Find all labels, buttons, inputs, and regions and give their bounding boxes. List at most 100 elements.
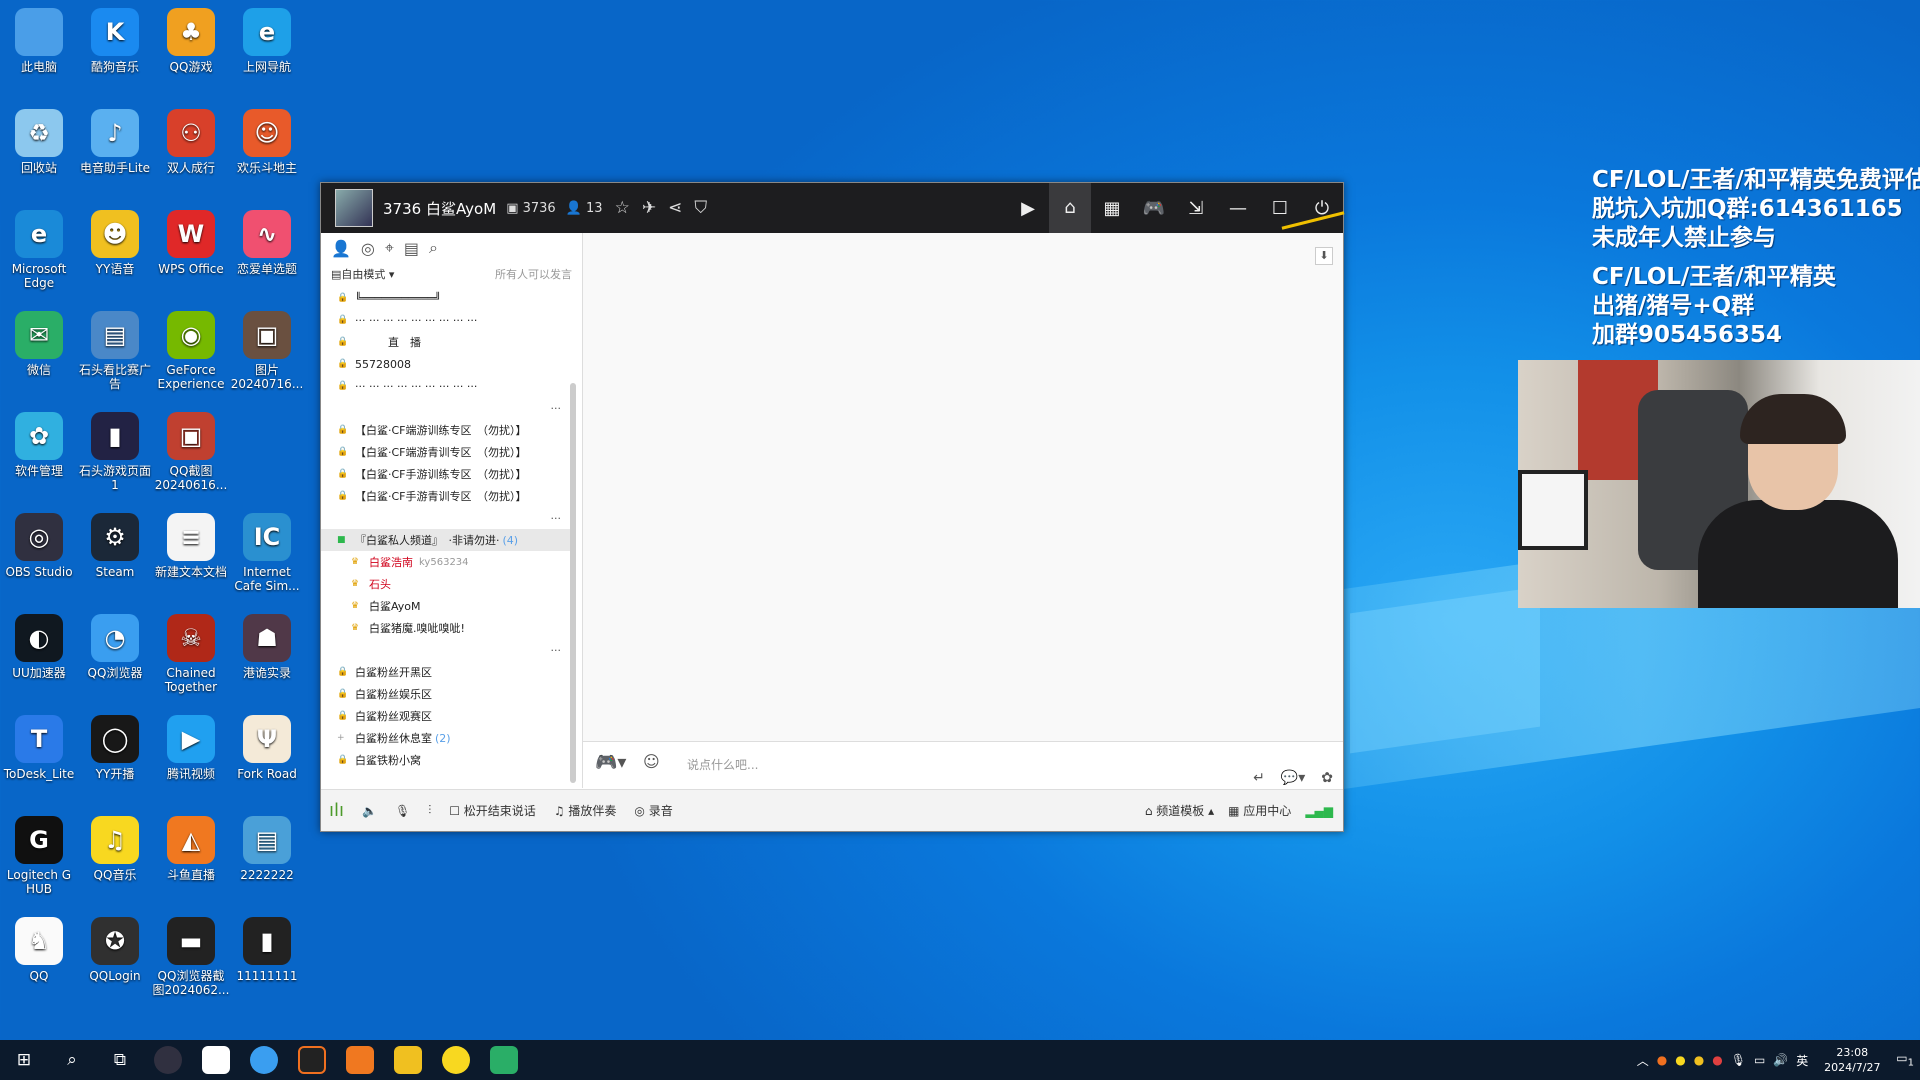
message-input-bar[interactable]: 🎮▾ ☺ 说点什么吧... ↵ 💬▾ ✿ bbox=[583, 741, 1343, 788]
tray-app-icon[interactable]: ● bbox=[1712, 1053, 1722, 1067]
channel-item[interactable]: 🔒 【白鲨·CF端游青训专区 （勿扰）】 bbox=[321, 441, 571, 463]
channel-item[interactable]: 🔒 白鲨粉丝开黑区 bbox=[321, 661, 571, 683]
mixer-icon[interactable]: ⫶ bbox=[428, 803, 431, 818]
enter-icon[interactable]: ↵ bbox=[1253, 770, 1265, 786]
star-icon[interactable]: ☆ bbox=[615, 198, 630, 218]
mic-icon[interactable]: 🎙 bbox=[395, 804, 410, 818]
channel-member[interactable]: ♛ 石头 bbox=[321, 573, 571, 595]
download-icon[interactable]: ⬇ bbox=[1315, 247, 1333, 265]
more-dots[interactable]: ··· bbox=[321, 507, 571, 529]
channel-member[interactable]: ♛ 白鲨猪魔.嗅呲嗅呲! bbox=[321, 617, 571, 639]
channel-item[interactable]: 🔒 【白鲨·CF端游训练专区 （勿扰）】 bbox=[321, 419, 571, 441]
channel-member[interactable]: ♛ 白鲨浩南 ky563234 bbox=[321, 551, 571, 573]
desktop-icon[interactable]: ◯ YY开播 bbox=[76, 711, 154, 781]
channel-item[interactable]: ■ 『白鲨私人频道』 ·非请勿进· (4) bbox=[321, 529, 571, 551]
desktop-icon[interactable]: ☺ 欢乐斗地主 bbox=[228, 105, 306, 175]
desktop-icon[interactable]: T ToDesk_Lite bbox=[0, 711, 78, 781]
template-button[interactable]: ⌂ 频道模板 ▴ bbox=[1145, 802, 1214, 819]
desktop-icon[interactable]: ♣ QQ游戏 bbox=[152, 4, 230, 74]
desktop-icon[interactable]: ✿ 软件管理 bbox=[0, 408, 78, 478]
location-icon[interactable]: ⌖ bbox=[385, 238, 394, 258]
qq-music-taskbar-icon[interactable] bbox=[432, 1040, 480, 1080]
desktop-icon[interactable]: ◐ UU加速器 bbox=[0, 610, 78, 680]
channel-item[interactable]: 🔒 ··· ··· ··· ··· ··· ··· ··· ··· ··· bbox=[321, 375, 571, 397]
desktop-icon[interactable]: ☠ Chained Together bbox=[152, 610, 230, 694]
desktop-icon[interactable]: ▣ 图片20240716... bbox=[228, 307, 306, 391]
list-icon[interactable]: ▤ bbox=[404, 239, 419, 258]
tray-app-icon[interactable]: ● bbox=[1694, 1053, 1704, 1067]
tray-app-icon[interactable]: ● bbox=[1675, 1053, 1685, 1067]
desktop-icon[interactable]: ♫ QQ音乐 bbox=[76, 812, 154, 882]
desktop-icon[interactable]: ∿ 恋爱单选题 bbox=[228, 206, 306, 276]
network-icon[interactable]: ▭ bbox=[1754, 1053, 1765, 1067]
voice-icon[interactable]: ◎ bbox=[361, 239, 375, 258]
qq-browser-taskbar-icon[interactable] bbox=[240, 1040, 288, 1080]
shield-icon[interactable]: ⛉ bbox=[694, 198, 707, 218]
desktop-icon[interactable]: ▮ 11111111 bbox=[228, 913, 306, 983]
desktop-icon[interactable]: ▤ 2222222 bbox=[228, 812, 306, 882]
more-dots[interactable]: ··· bbox=[321, 397, 571, 419]
desktop-icon[interactable]: ⚇ 双人成行 bbox=[152, 105, 230, 175]
search-icon[interactable]: ⌕ bbox=[48, 1040, 96, 1080]
mode-dropdown[interactable]: ▤自由模式 ▾ bbox=[331, 266, 394, 282]
channel-avatar[interactable] bbox=[335, 189, 373, 227]
desktop-icon[interactable]: e Microsoft Edge bbox=[0, 206, 78, 290]
channel-item[interactable]: 🔒 55728008 bbox=[321, 353, 571, 375]
volume-icon[interactable]: 🔊 bbox=[1773, 1053, 1788, 1067]
desktop-icon[interactable]: ◎ OBS Studio bbox=[0, 509, 78, 579]
desktop-icon[interactable]: Ψ Fork Road bbox=[228, 711, 306, 781]
desktop-icon[interactable]: G Logitech G HUB bbox=[0, 812, 78, 896]
obs-taskbar-icon[interactable] bbox=[144, 1040, 192, 1080]
message-input[interactable]: 说点什么吧... bbox=[687, 756, 758, 773]
desktop-icon[interactable]: ☻ YY语音 bbox=[76, 206, 154, 276]
desktop-icon[interactable]: ⚙ Steam bbox=[76, 509, 154, 579]
desktop-icon[interactable]: ▤ 石头看比赛广告 bbox=[76, 307, 154, 391]
collapse-icon[interactable]: ⇲ bbox=[1175, 198, 1217, 219]
tray-expand-icon[interactable]: ︿ bbox=[1637, 1052, 1649, 1069]
desktop-icon[interactable]: 此电脑 bbox=[0, 4, 78, 74]
desktop-icon[interactable] bbox=[228, 408, 306, 464]
flower-icon[interactable]: ✿ bbox=[1321, 770, 1333, 786]
channel-list[interactable]: 🔒 ╚═══════════╝ 🔒 ··· ··· ··· ··· ··· ··· ·… bbox=[321, 287, 571, 785]
desktop-icon[interactable]: e 上网导航 bbox=[228, 4, 306, 74]
clock[interactable]: 23:08 2024/7/27 bbox=[1816, 1045, 1888, 1075]
desktop-icon[interactable]: ☗ 港诡实录 bbox=[228, 610, 306, 680]
member-count[interactable]: 👤 13 bbox=[566, 201, 603, 216]
notification-icon[interactable]: ▭1 bbox=[1896, 1051, 1914, 1068]
more-dots[interactable]: ··· bbox=[321, 639, 571, 661]
emoji-icon[interactable]: ☺ bbox=[643, 752, 660, 771]
channel-item[interactable]: 🔒 【白鲨·CF手游青训专区 （勿扰）】 bbox=[321, 485, 571, 507]
sidebar-scrollbar[interactable] bbox=[570, 383, 576, 783]
maximize-icon[interactable]: ☐ bbox=[1259, 198, 1301, 219]
channel-item[interactable]: 🔒 ··· ··· ··· ··· ··· ··· ··· ··· ··· bbox=[321, 309, 571, 331]
minimize-icon[interactable]: — bbox=[1217, 198, 1259, 219]
desktop-icon[interactable]: ◭ 斗鱼直播 bbox=[152, 812, 230, 882]
desktop-icon[interactable]: ✪ QQLogin bbox=[76, 913, 154, 983]
desktop-icon[interactable]: ◉ GeForce Experience bbox=[152, 307, 230, 391]
channel-member[interactable]: ♛ 白鲨AyoM bbox=[321, 595, 571, 617]
board-icon[interactable]: ▦ bbox=[1091, 198, 1133, 219]
channel-item[interactable]: 🔒 ╚═══════════╝ bbox=[321, 287, 571, 309]
qq-channel-window[interactable]: 3736 白鲨AyoM ▣ 3736 👤 13 ☆ ✈ ⋖ ⛉ ▶ ⌂ ▦ 🎮 … bbox=[320, 182, 1345, 832]
tray-app-icon[interactable]: ● bbox=[1657, 1053, 1667, 1067]
channel-item[interactable]: 🔒 白鲨粉丝观赛区 bbox=[321, 705, 571, 727]
channel-item[interactable]: 🔒 白鲨铁粉小窝 bbox=[321, 749, 571, 771]
desktop-icon[interactable]: ▮ 石头游戏页面1 bbox=[76, 408, 154, 492]
plane-icon[interactable]: ✈ bbox=[642, 198, 656, 218]
logitech-taskbar-icon[interactable] bbox=[288, 1040, 336, 1080]
windows-start-icon[interactable]: ⊞ bbox=[0, 1040, 48, 1080]
mic-icon[interactable]: 🎙 bbox=[1731, 1053, 1746, 1067]
video-icon[interactable]: ▶ bbox=[1007, 198, 1049, 219]
desktop-icon[interactable]: ♻ 回收站 bbox=[0, 105, 78, 175]
desktop-icon[interactable]: ♪ 电音助手Lite bbox=[76, 105, 154, 175]
gamepad-icon[interactable]: 🎮 bbox=[1133, 198, 1175, 219]
share-icon[interactable]: ⋖ bbox=[668, 198, 682, 218]
home-icon[interactable]: ⌂ bbox=[1049, 183, 1091, 233]
app-center-button[interactable]: ▦ 应用中心 bbox=[1228, 802, 1291, 819]
user-icon[interactable]: 👤 bbox=[331, 239, 351, 258]
speaker-icon[interactable]: 🔈 bbox=[362, 804, 377, 818]
channel-item[interactable]: + 白鲨粉丝休息室 (2) bbox=[321, 727, 571, 749]
channel-item[interactable]: 🔒 直 播 bbox=[321, 331, 571, 353]
window-titlebar[interactable]: 3736 白鲨AyoM ▣ 3736 👤 13 ☆ ✈ ⋖ ⛉ ▶ ⌂ ▦ 🎮 … bbox=[321, 183, 1343, 233]
voice-wave-icon[interactable]: ılı bbox=[329, 800, 344, 821]
